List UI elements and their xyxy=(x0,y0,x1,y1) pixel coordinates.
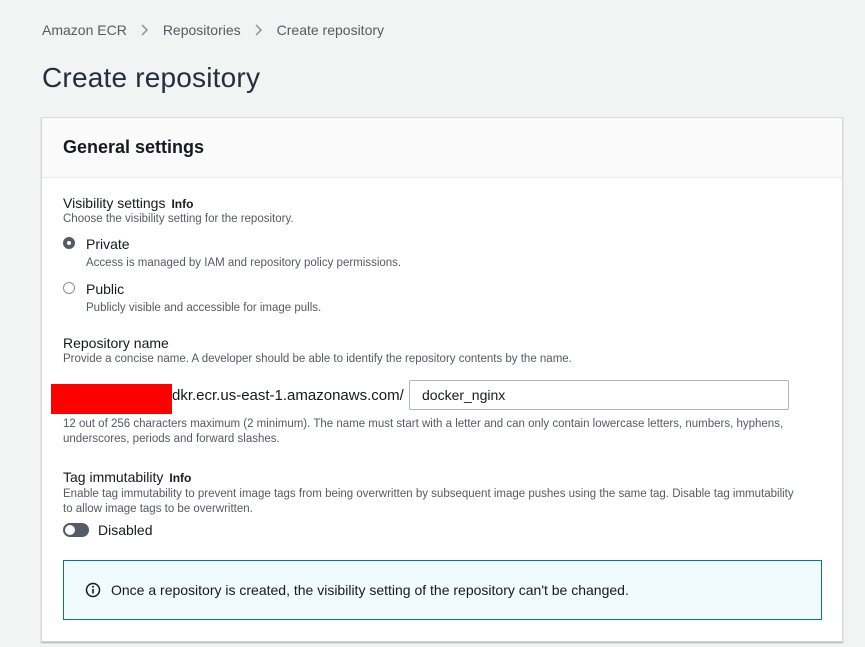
radio-private-button[interactable] xyxy=(63,237,75,249)
tag-immutability-toggle[interactable] xyxy=(63,523,89,537)
registry-uri-prefix: dkr.ecr.us-east-1.amazonaws.com/ xyxy=(172,387,404,404)
repository-name-input[interactable] xyxy=(409,380,789,410)
radio-private[interactable]: Private Access is managed by IAM and rep… xyxy=(63,236,401,269)
repository-name-constraint: 12 out of 256 characters maximum (2 mini… xyxy=(63,418,784,445)
tag-immutability-label-text: Tag immutability xyxy=(63,469,164,485)
breadcrumb: Amazon ECR Repositories Create repositor… xyxy=(42,22,384,38)
tag-immutability-label: Tag immutability Info xyxy=(63,469,191,485)
tag-immutability-state: Disabled xyxy=(98,522,153,538)
visibility-settings-label: Visibility settings Info xyxy=(63,195,193,211)
breadcrumb-amazon-ecr[interactable]: Amazon ECR xyxy=(42,22,127,38)
radio-public-button[interactable] xyxy=(63,282,75,294)
radio-private-label: Private xyxy=(86,236,130,252)
radio-public-label: Public xyxy=(86,281,125,297)
radio-public-description: Publicly visible and accessible for imag… xyxy=(86,302,322,314)
repository-name-description: Provide a concise name. A developer shou… xyxy=(63,353,572,365)
repository-name-label: Repository name xyxy=(63,335,169,351)
redacted-account-id xyxy=(51,384,172,414)
chevron-right-icon xyxy=(255,24,263,36)
chevron-right-icon xyxy=(141,24,149,36)
page-title: Create repository xyxy=(42,62,261,93)
panel-title: General settings xyxy=(63,137,205,157)
info-circle-icon xyxy=(85,582,101,598)
tag-immutability-info-link[interactable]: Info xyxy=(169,471,191,485)
radio-private-description: Access is managed by IAM and repository … xyxy=(86,257,402,269)
visibility-warning-alert: Once a repository is created, the visibi… xyxy=(63,560,822,620)
breadcrumb-repositories[interactable]: Repositories xyxy=(163,22,241,38)
tag-immutability-toggle-row[interactable]: Disabled xyxy=(63,522,152,538)
visibility-settings-label-text: Visibility settings xyxy=(63,195,166,211)
visibility-info-link[interactable]: Info xyxy=(171,197,193,211)
visibility-description: Choose the visibility setting for the re… xyxy=(63,213,294,225)
general-settings-panel: General settings Visibility settings Info… xyxy=(41,117,843,642)
panel-header: General settings xyxy=(42,118,842,178)
alert-text: Once a repository is created, the visibi… xyxy=(111,582,629,598)
tag-immutability-description: Enable tag immutability to prevent image… xyxy=(63,488,794,515)
breadcrumb-create-repository: Create repository xyxy=(276,22,385,38)
toggle-knob xyxy=(64,524,76,536)
radio-public[interactable]: Public Publicly visible and accessible f… xyxy=(63,281,321,314)
